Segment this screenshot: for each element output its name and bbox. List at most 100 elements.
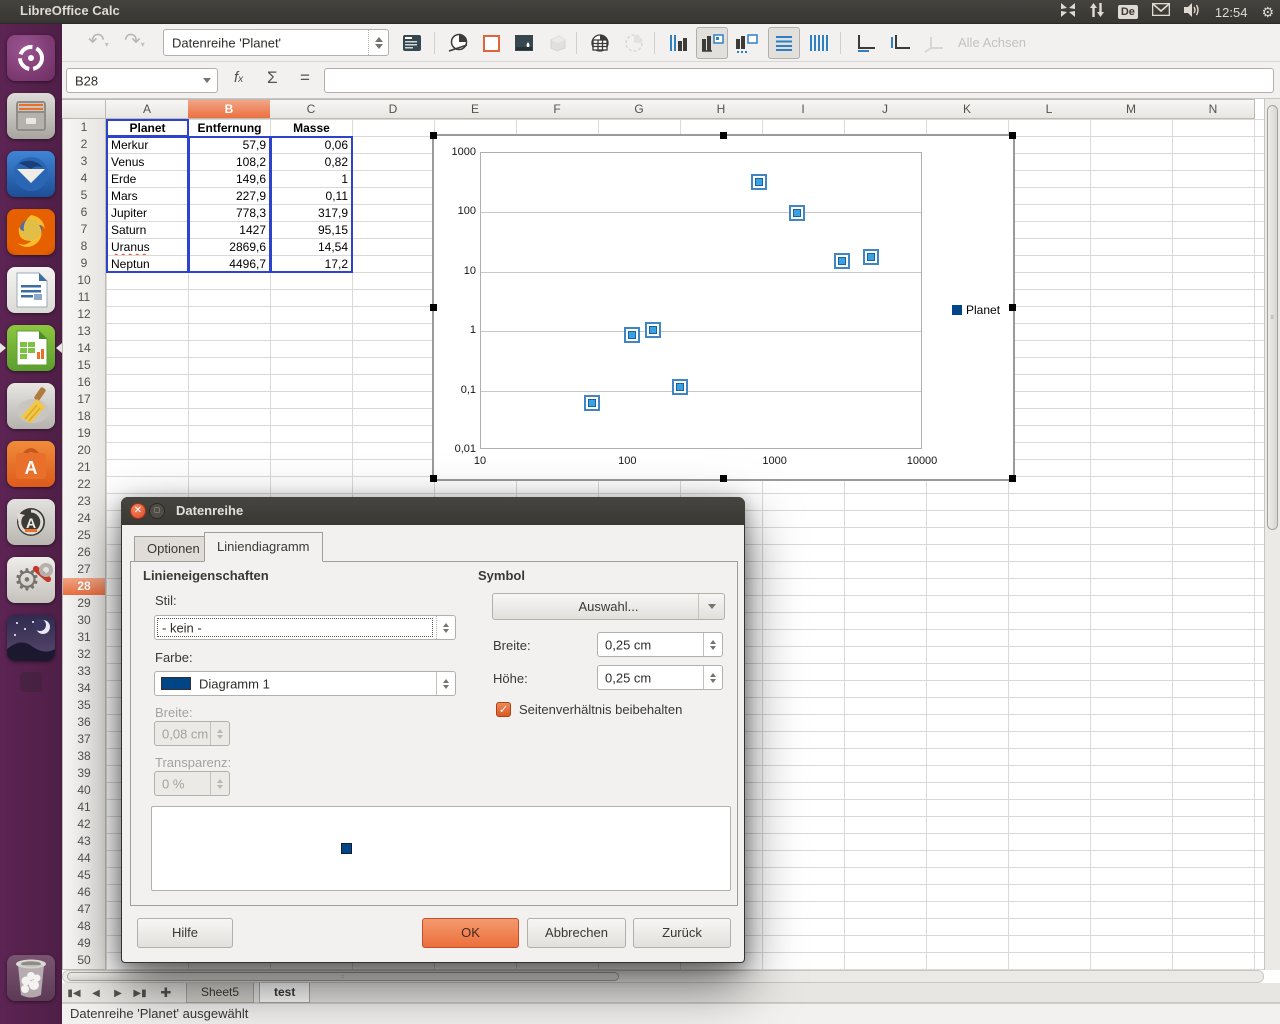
row-header-24[interactable]: 24 <box>62 510 106 528</box>
row-header-18[interactable]: 18 <box>62 408 106 426</box>
horizontal-scrollbar-thumb[interactable]: ∶∶ <box>67 972 619 981</box>
tab-optionen[interactable]: Optionen <box>134 536 213 562</box>
network-updown-icon[interactable] <box>1090 3 1104 22</box>
dialog-title-bar[interactable]: ✕ ▢ Datenreihe <box>121 497 745 525</box>
sheet-tab-sheet5[interactable]: Sheet5 <box>186 983 254 1003</box>
chart-selection-handle[interactable] <box>720 475 727 482</box>
data-point-mars[interactable] <box>676 383 684 391</box>
row-header-3[interactable]: 3 <box>62 153 106 171</box>
column-header-I[interactable]: I <box>762 99 845 119</box>
launcher-item-calc[interactable] <box>7 325 55 371</box>
row-header-26[interactable]: 26 <box>62 544 106 562</box>
row-header-35[interactable]: 35 <box>62 697 106 715</box>
dialog-restore-icon[interactable]: ▢ <box>149 503 165 519</box>
launcher-item-software-center[interactable]: A <box>7 441 55 487</box>
sheet-tab-test[interactable]: test <box>259 983 310 1003</box>
vertical-scrollbar[interactable]: ≡ <box>1264 99 1280 970</box>
launcher-item-file-manager[interactable] <box>7 93 55 139</box>
keyboard-layout-indicator[interactable]: De <box>1118 5 1138 19</box>
selection-combobox-spin[interactable] <box>368 30 388 55</box>
column-header-E[interactable]: E <box>434 99 517 119</box>
row-header-12[interactable]: 12 <box>62 306 106 324</box>
column-header-F[interactable]: F <box>516 99 599 119</box>
chart-legend[interactable]: Planet <box>952 303 1000 317</box>
row-header-45[interactable]: 45 <box>62 867 106 885</box>
next-sheet-button[interactable]: ▶ <box>110 985 126 1001</box>
chart-selection-handle[interactable] <box>430 132 437 139</box>
row-header-10[interactable]: 10 <box>62 272 106 290</box>
help-button[interactable]: Hilfe <box>137 918 233 948</box>
chart-selection-handle[interactable] <box>720 132 727 139</box>
launcher-item-system-settings[interactable]: ⚙ <box>7 557 55 603</box>
vertical-scrollbar-thumb[interactable]: ≡ <box>1267 105 1278 530</box>
input-line[interactable] <box>324 68 1274 93</box>
row-header-50[interactable]: 50 <box>62 952 106 970</box>
data-table-button[interactable] <box>584 27 616 59</box>
data-point-merkur[interactable] <box>588 399 596 407</box>
row-header-47[interactable]: 47 <box>62 901 106 919</box>
add-sheet-button[interactable]: ✚ <box>158 985 174 1001</box>
row-header-6[interactable]: 6 <box>62 204 106 222</box>
launcher-item-software-updater[interactable]: A <box>7 499 55 545</box>
chart-selection-handle[interactable] <box>430 304 437 311</box>
row-header-34[interactable]: 34 <box>62 680 106 698</box>
indicator-pinwheel-icon[interactable] <box>1060 3 1076 22</box>
back-button[interactable]: Zurück <box>633 918 731 948</box>
column-header-A[interactable]: A <box>106 99 189 119</box>
column-header-G[interactable]: G <box>598 99 681 119</box>
row-header-46[interactable]: 46 <box>62 884 106 902</box>
first-sheet-button[interactable]: ▮◀ <box>66 985 82 1001</box>
x-axis-button[interactable] <box>850 27 882 59</box>
chart-object[interactable]: Planet 0,010,1110100100010100100010000 <box>432 134 1015 481</box>
chart-selection-handle[interactable] <box>1009 132 1016 139</box>
launcher-item-thunderbird[interactable] <box>7 151 55 197</box>
data-in-rows-button[interactable] <box>618 27 650 59</box>
row-header-25[interactable]: 25 <box>62 527 106 545</box>
undo-button[interactable]: ↶▾ <box>88 31 109 55</box>
last-sheet-button[interactable]: ▶▮ <box>132 985 148 1001</box>
row-header-7[interactable]: 7 <box>62 221 106 239</box>
volume-icon[interactable] <box>1184 3 1201 22</box>
sum-button[interactable]: Σ <box>267 68 278 88</box>
chart-3d-view-button[interactable] <box>541 27 573 59</box>
axes-titles-button[interactable] <box>730 27 762 59</box>
all-axes-button[interactable]: Alle Achsen <box>958 35 1026 50</box>
launcher-item-writer[interactable] <box>7 267 55 313</box>
session-gear-icon[interactable]: ⚙ <box>1261 4 1274 21</box>
row-header-42[interactable]: 42 <box>62 816 106 834</box>
row-header-19[interactable]: 19 <box>62 425 106 443</box>
prev-sheet-button[interactable]: ◀ <box>88 985 104 1001</box>
row-header-15[interactable]: 15 <box>62 357 106 375</box>
chart-wall-button[interactable] <box>508 27 540 59</box>
launcher-item-screensaver[interactable] <box>7 615 55 661</box>
row-header-44[interactable]: 44 <box>62 850 106 868</box>
keep-ratio-checkbox[interactable]: ✓ <box>496 702 511 717</box>
symbol-width-spinner[interactable]: 0,25 cm <box>597 632 723 657</box>
name-box-dropdown[interactable] <box>197 69 217 92</box>
data-point-venus[interactable] <box>628 331 636 339</box>
row-header-4[interactable]: 4 <box>62 170 106 188</box>
select-all-corner[interactable] <box>62 99 106 119</box>
row-header-38[interactable]: 38 <box>62 748 106 766</box>
launcher-item-faded-app[interactable] <box>20 672 42 692</box>
row-header-33[interactable]: 33 <box>62 663 106 681</box>
cancel-button[interactable]: Abbrechen <box>527 918 626 948</box>
row-header-21[interactable]: 21 <box>62 459 106 477</box>
color-combobox-spin[interactable] <box>436 672 455 695</box>
row-header-27[interactable]: 27 <box>62 561 106 579</box>
equals-button[interactable]: = <box>300 68 310 88</box>
chart-area-button[interactable] <box>475 27 507 59</box>
color-combobox[interactable]: Diagramm 1 <box>154 671 456 696</box>
data-point-uranus[interactable] <box>838 257 846 265</box>
row-header-11[interactable]: 11 <box>62 289 106 307</box>
launcher-item-bleachbit[interactable] <box>7 383 55 429</box>
style-combobox-spin[interactable] <box>436 616 455 639</box>
row-header-1[interactable]: 1 <box>62 119 106 137</box>
row-header-30[interactable]: 30 <box>62 612 106 630</box>
chart-selection-handle[interactable] <box>1009 475 1016 482</box>
horizontal-scrollbar[interactable]: ∶∶ <box>62 970 1264 983</box>
tab-liniendiagramm[interactable]: Liniendiagramm <box>204 532 323 562</box>
row-header-28[interactable]: 28 <box>62 578 106 596</box>
symbol-select-button[interactable]: Auswahl... <box>492 593 725 620</box>
chart-plot-area[interactable] <box>480 152 922 449</box>
